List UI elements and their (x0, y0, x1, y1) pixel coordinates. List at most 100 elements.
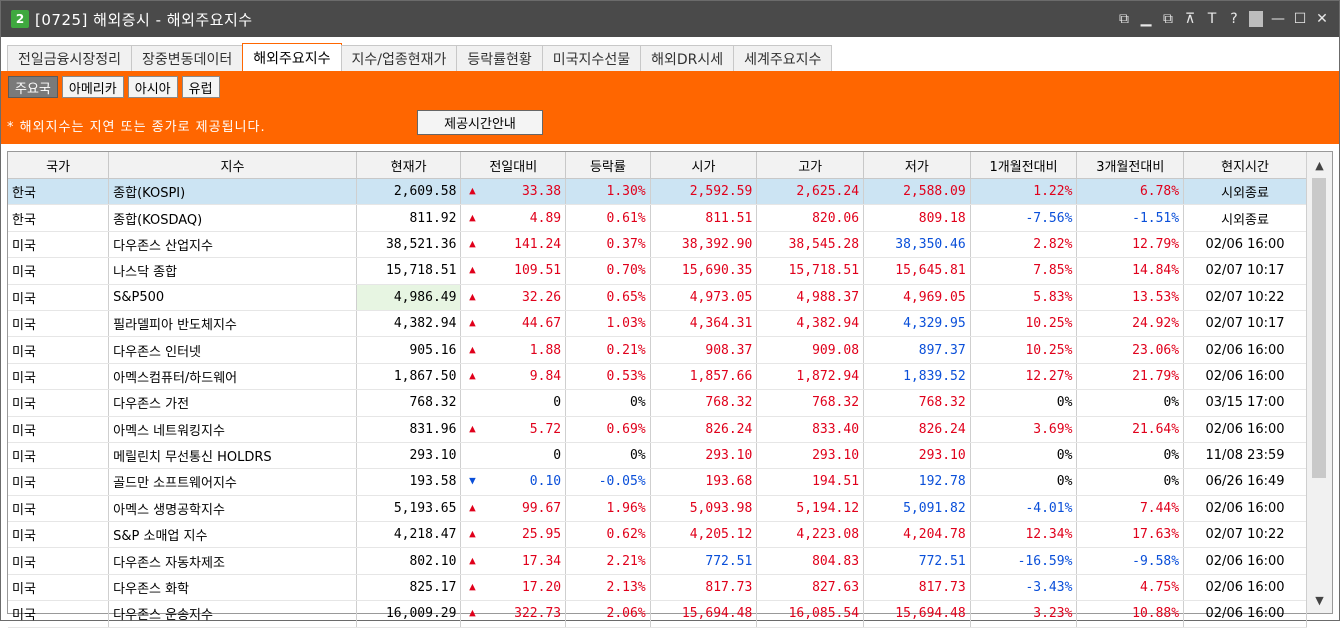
table-row[interactable]: 미국 다우존스 운송지수 16,009.29 ▲ 322.73 2.06% 15,694.4… (8, 600, 1307, 628)
column-header[interactable]: 국가 (8, 152, 110, 179)
column-header[interactable]: 고가 (756, 152, 865, 179)
table-row[interactable]: 미국 아멕스 생명공학지수 5,193.65 ▲ 99.67 1.96% 5,093.98 5… (8, 495, 1307, 523)
high-price-cell: 827.63 (756, 574, 865, 602)
tab-market-summary[interactable]: 전일금융시장정리 (7, 45, 133, 71)
current-price-value: 16,009.29 (385, 606, 457, 622)
change-rate-cell: 0.70% (565, 257, 651, 285)
table-row[interactable]: 미국 다우존스 화학 825.17 ▲ 17.20 2.13% 817.73 827.63 81… (8, 574, 1307, 602)
index-name-cell: 다우존스 산업지수 (108, 231, 357, 259)
high-price-cell: 4,988.37 (756, 284, 865, 311)
current-price-cell: 5,193.65 (356, 495, 462, 523)
table-row[interactable]: 미국 필라델피아 반도체지수 4,382.94 ▲ 44.67 1.03% 4,364.31… (8, 310, 1307, 338)
index-name-value: S&P 소매업 지수 (113, 529, 208, 545)
tab-world-indices[interactable]: 세계주요지수 (733, 45, 833, 71)
table-row[interactable]: 미국 아멕스컴퓨터/하드웨어 1,867.50 ▲ 9.84 0.53% 1,857.66 1… (8, 363, 1307, 391)
scroll-down-icon[interactable]: ▼ (1307, 589, 1332, 611)
service-hours-button[interactable]: 제공시간안내 (417, 110, 543, 135)
up-arrow-icon: ▲ (469, 263, 476, 277)
table-row[interactable]: 미국 다우존스 인터넷 905.16 ▲ 1.88 0.21% 908.37 909.08 89… (8, 336, 1307, 364)
current-price-cell: 38,521.36 (356, 231, 462, 259)
tab-intraday-data[interactable]: 장중변동데이터 (131, 45, 244, 71)
table-row[interactable]: 미국 다우존스 가전 768.32 0 0% 768.32 768.32 768.32 0% 0%… (8, 389, 1307, 417)
column-header[interactable]: 3개월전대비 (1076, 152, 1185, 179)
column-header[interactable]: 현지시간 (1183, 152, 1307, 179)
tab-overseas-indices[interactable]: 해외주요지수 (242, 43, 342, 71)
table-row[interactable]: 미국 S&P 소매업 지수 4,218.47 ▲ 25.95 0.62% 4,205.12 4… (8, 521, 1307, 549)
table-row[interactable]: 미국 메릴린치 무선통신 HOLDRS 293.10 0 0% 293.10 293.10 2… (8, 442, 1307, 470)
maximize-icon[interactable]: ☐ (1293, 11, 1307, 27)
change-value: 25.95 (521, 527, 562, 543)
region-asia-button[interactable]: 아시아 (127, 76, 178, 98)
index-name-value: 다우존스 가전 (113, 397, 190, 413)
tab-index-sector-price[interactable]: 지수/업종현재가 (340, 45, 458, 71)
country-value: 미국 (12, 423, 36, 439)
close-icon[interactable]: ✕ (1315, 11, 1329, 27)
table-row[interactable]: 한국 종합(KOSPI) 2,609.58 ▲ 33.38 1.30% 2,592.59 2,… (8, 178, 1307, 206)
one-month-change-value: 3.23% (1033, 606, 1073, 622)
open-price-cell: 2,592.59 (650, 178, 758, 206)
column-header[interactable]: 저가 (863, 152, 971, 179)
index-name-value: 다우존스 자동차제조 (113, 555, 225, 571)
open-price-cell: 193.68 (650, 468, 758, 496)
region-americas-button[interactable]: 아메리카 (61, 76, 124, 98)
country-value: 미국 (12, 291, 36, 307)
country-value: 미국 (12, 608, 36, 624)
open-price-value: 5,093.98 (689, 500, 753, 516)
help-icon[interactable]: ? (1227, 11, 1241, 27)
index-name-cell: 종합(KOSDAQ) (108, 204, 357, 232)
country-value: 미국 (12, 238, 36, 254)
table-row[interactable]: 미국 다우존스 산업지수 38,521.36 ▲ 141.24 0.37% 38,392.9… (8, 231, 1307, 259)
column-header[interactable]: 시가 (650, 152, 758, 179)
change-value: 0 (553, 395, 562, 411)
country-cell: 미국 (8, 389, 110, 417)
country-value: 미국 (12, 476, 36, 492)
title-bar-controls: ⧉ ▁ ⧉ ⊼ T ? — ☐ ✕ (1117, 11, 1329, 27)
copy-window-icon[interactable]: ⧉ (1161, 11, 1175, 27)
column-header[interactable]: 현재가 (356, 152, 462, 179)
column-header[interactable]: 1개월전대비 (970, 152, 1078, 179)
scroll-thumb[interactable] (1312, 178, 1326, 478)
tab-fluctuation-status[interactable]: 등락률현황 (456, 45, 543, 71)
region-europe-button[interactable]: 유럽 (181, 76, 220, 98)
tab-overseas-dr[interactable]: 해외DR시세 (640, 45, 735, 71)
open-price-value: 4,205.12 (689, 527, 753, 543)
column-header[interactable]: 등락률 (565, 152, 651, 179)
change-rate-cell: 0% (565, 442, 651, 470)
minimize-group-icon[interactable]: ▁ (1139, 11, 1153, 27)
open-price-value: 811.51 (705, 210, 753, 226)
tab-us-index-futures[interactable]: 미국지수선물 (541, 45, 642, 71)
change-cell: ▼ 0.10 (460, 468, 567, 496)
link-window-icon[interactable]: ⧉ (1117, 11, 1131, 27)
table-row[interactable]: 미국 다우존스 자동차제조 802.10 ▲ 17.34 2.21% 772.51 804.8… (8, 547, 1307, 575)
one-month-change-cell: 3.23% (970, 600, 1078, 628)
current-price-value: 768.32 (409, 395, 457, 411)
column-header[interactable]: 지수 (108, 152, 357, 179)
font-size-icon[interactable]: T (1205, 11, 1219, 27)
three-month-change-cell: 0% (1076, 468, 1185, 496)
local-time-value: 02/06 16:00 (1205, 580, 1285, 596)
up-arrow-icon: ▲ (469, 342, 476, 356)
table-row[interactable]: 미국 골드만 소프트웨어지수 193.58 ▼ 0.10 -0.05% 193.68 194.… (8, 468, 1307, 496)
change-cell: ▲ 141.24 (460, 231, 567, 259)
index-name-value: S&P500 (113, 289, 165, 305)
one-month-change-cell: 12.27% (970, 363, 1078, 391)
open-price-cell: 811.51 (650, 204, 758, 232)
table-row[interactable]: 한국 종합(KOSDAQ) 811.92 ▲ 4.89 0.61% 811.51 820.06… (8, 204, 1307, 232)
three-month-change-value: 21.79% (1132, 368, 1180, 384)
high-price-cell: 4,382.94 (756, 310, 865, 338)
open-price-value: 2,592.59 (689, 184, 753, 200)
column-header[interactable]: 전일대비 (460, 152, 567, 179)
table-row[interactable]: 미국 아멕스 네트워킹지수 831.96 ▲ 5.72 0.69% 826.24 833.40… (8, 416, 1307, 443)
change-rate-cell: 2.13% (565, 574, 651, 602)
scroll-up-icon[interactable]: ▲ (1307, 154, 1332, 176)
local-time-value: 02/06 16:00 (1205, 368, 1285, 384)
vertical-scrollbar[interactable]: ▲ ▼ (1306, 152, 1332, 613)
table-row[interactable]: 미국 나스닥 종합 15,718.51 ▲ 109.51 0.70% 15,690.35 15… (8, 257, 1307, 285)
minimize-icon[interactable]: — (1271, 11, 1285, 27)
table-row[interactable]: 미국 S&P500 4,986.49 ▲ 32.26 0.65% 4,973.05 4,988… (8, 284, 1307, 311)
pin-icon[interactable]: ⊼ (1183, 11, 1197, 27)
region-major-button[interactable]: 주요국 (8, 76, 58, 98)
change-cell: ▲ 9.84 (460, 363, 567, 391)
current-price-cell: 802.10 (356, 547, 462, 575)
up-arrow-icon: ▲ (469, 210, 476, 224)
